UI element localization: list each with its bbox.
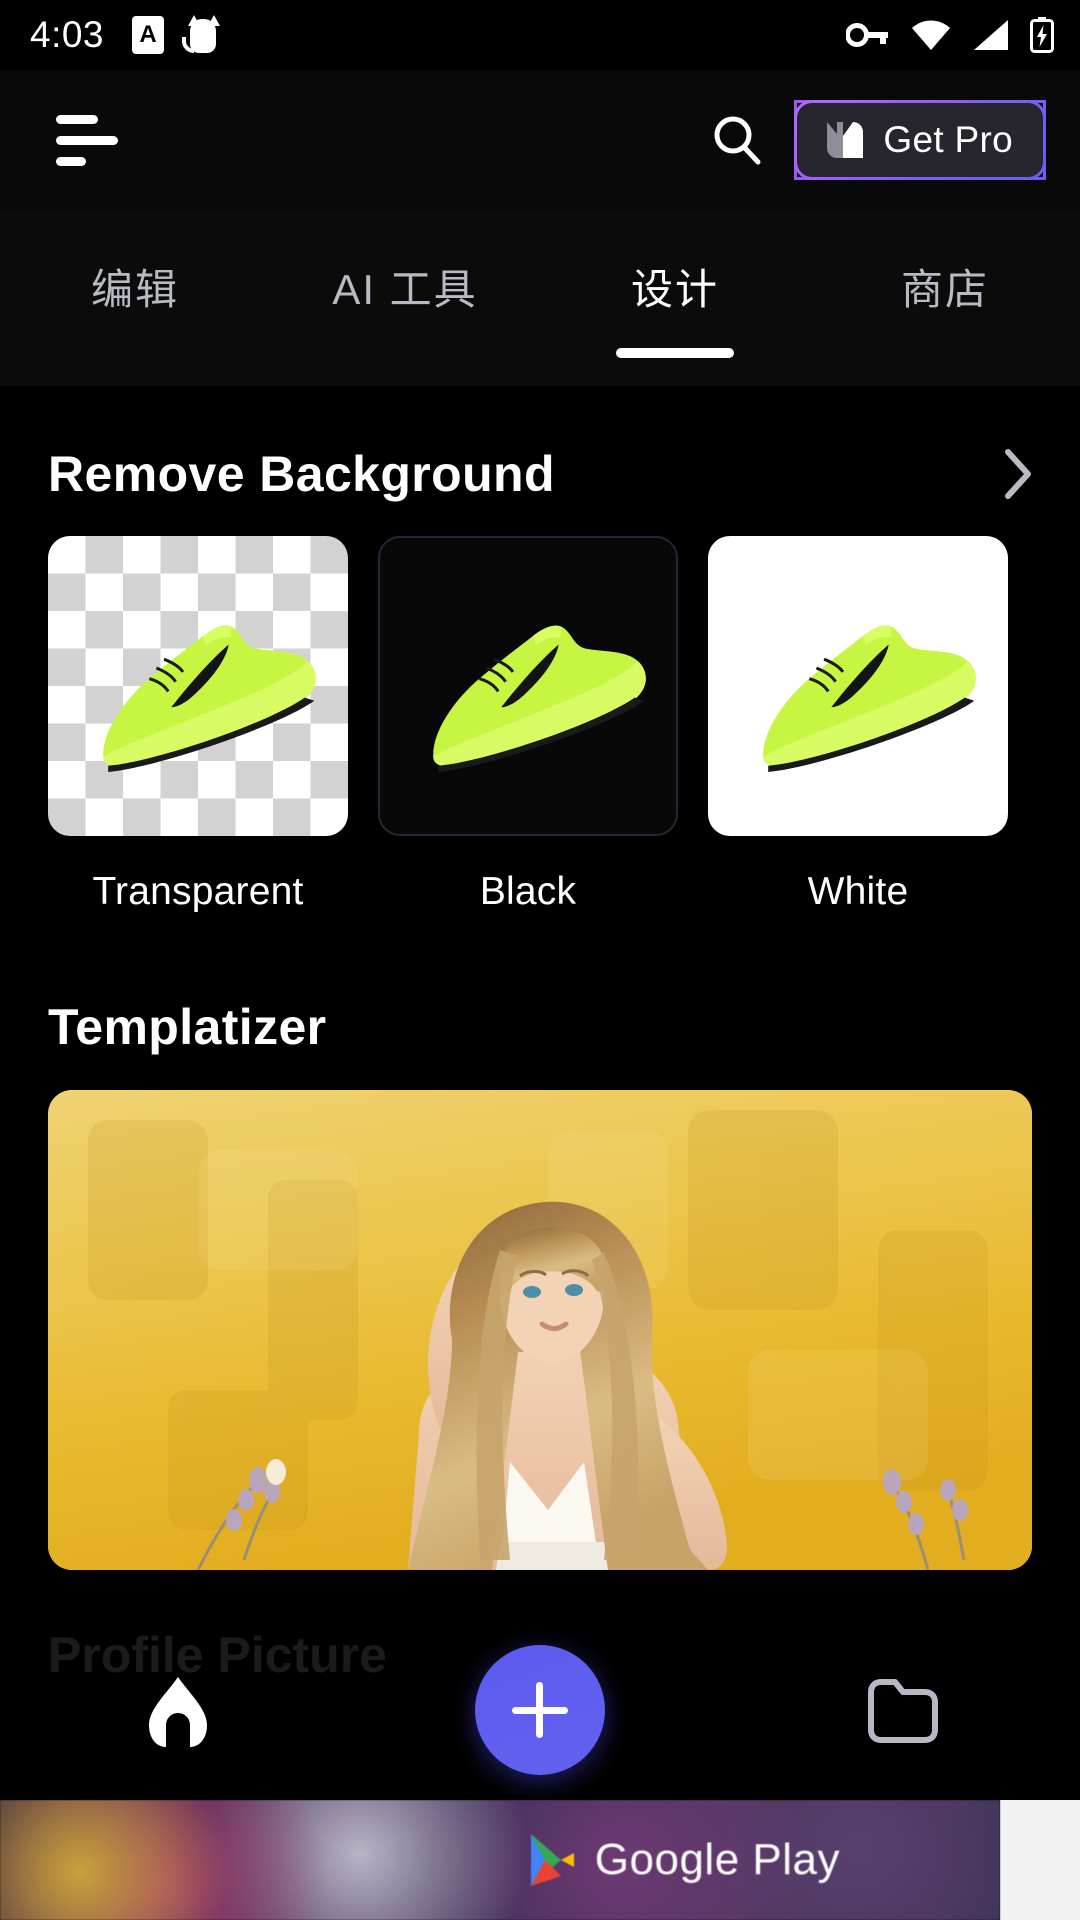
vpn-key-icon [846, 23, 888, 47]
shoe-image [103, 625, 316, 772]
tab-ai-tools-label: AI 工具 [332, 266, 478, 313]
hamburger-menu-icon[interactable] [56, 111, 118, 169]
get-pro-label: Get Pro [883, 119, 1013, 160]
ad-store-label: Google Play [594, 1835, 840, 1884]
bg-label-white: White [807, 870, 909, 913]
battery-charging-icon [1030, 17, 1054, 53]
chevron-right-icon[interactable] [996, 444, 1040, 504]
tab-store[interactable]: 商店 [810, 210, 1080, 386]
status-bar-system-icons [846, 17, 1054, 53]
aa-notification-icon: A [132, 16, 165, 54]
bg-thumb-white[interactable] [708, 536, 1008, 836]
ad-google-play-branding: Google Play [527, 1831, 840, 1889]
cellular-signal-icon [974, 20, 1008, 50]
get-pro-button[interactable]: Get Pro [794, 100, 1046, 180]
bg-option-black[interactable]: Black [378, 536, 678, 914]
google-play-ad-banner[interactable]: Google Play [0, 1800, 1080, 1920]
status-bar-clock: 4:03 [30, 14, 105, 55]
app-bar: Get Pro [0, 70, 1080, 210]
nav-projects-button[interactable] [842, 1650, 962, 1770]
remove-background-title: Remove Background [48, 446, 555, 502]
active-tab-indicator [616, 348, 734, 358]
shoe-image [763, 625, 976, 772]
home-icon [149, 1677, 208, 1747]
nav-create-button[interactable] [474, 1645, 605, 1775]
ad-creative-image[interactable]: Google Play [0, 1800, 1000, 1920]
templatizer-header[interactable]: Templatizer [0, 914, 1080, 1056]
main-tab-bar: 编辑 AI 工具 设计 商店 [0, 210, 1080, 386]
status-bar: 4:03 A [0, 0, 1080, 70]
remove-background-header[interactable]: Remove Background [0, 386, 1080, 504]
bottom-navigation-bar [0, 1620, 1080, 1800]
tab-edit[interactable]: 编辑 [0, 210, 270, 386]
tab-edit-label: 编辑 [90, 266, 179, 313]
search-icon[interactable] [700, 103, 774, 177]
shoe-image [433, 625, 646, 772]
add-plus-icon [511, 1682, 568, 1738]
bg-option-transparent[interactable]: Transparent [48, 536, 348, 914]
tab-design-label: 设计 [630, 266, 719, 313]
bg-thumb-black[interactable] [378, 536, 678, 836]
folder-icon [867, 1679, 938, 1743]
wifi-icon [912, 20, 950, 50]
templatizer-title: Templatizer [48, 999, 327, 1055]
status-bar-notifications: A [132, 15, 222, 55]
nav-home-button[interactable] [118, 1650, 238, 1770]
templatizer-card[interactable] [48, 1090, 1032, 1570]
ad-side-panel[interactable] [1000, 1800, 1080, 1920]
picsart-logo-icon [823, 118, 867, 162]
bg-option-white[interactable]: White [708, 536, 1008, 914]
bg-label-black: Black [479, 870, 577, 913]
bg-label-transparent: Transparent [92, 870, 304, 913]
tab-store-label: 商店 [900, 266, 989, 313]
tab-ai-tools[interactable]: AI 工具 [270, 210, 540, 386]
tab-design[interactable]: 设计 [540, 210, 810, 386]
app-screen: 4:03 A Get Pro 编辑 AI 工具 设计 商店 Remove Bac… [0, 0, 1080, 1920]
cat-notification-icon [182, 15, 222, 55]
google-play-icon [530, 1834, 574, 1886]
templatizer-preview-image [48, 1090, 1032, 1570]
remove-background-options: Transparent Black White [0, 504, 1080, 914]
bg-thumb-transparent[interactable] [48, 536, 348, 836]
